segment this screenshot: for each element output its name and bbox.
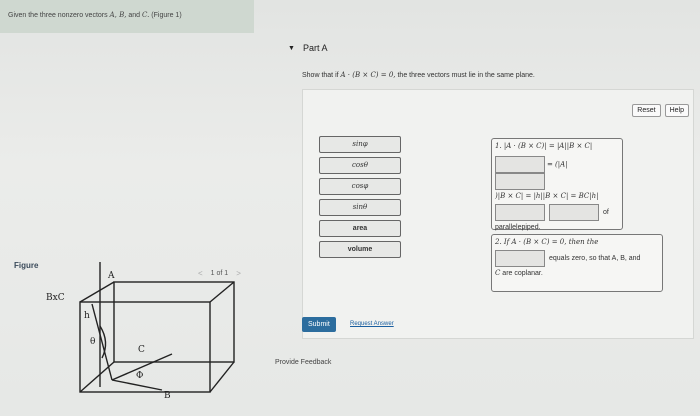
- submit-button[interactable]: Submit: [302, 317, 336, 332]
- prompt-math-vectors: A, B,: [109, 11, 127, 19]
- question-text: Show that if A · (B × C) = 0, the three …: [302, 71, 535, 79]
- question-after: the three vectors must lie in the same p…: [395, 72, 535, 79]
- label-a: A: [107, 271, 115, 281]
- question-panel: ▼ Part A Show that if A · (B × C) = 0, t…: [270, 33, 700, 416]
- drop-slot-4[interactable]: [549, 204, 599, 221]
- part-title: Part A: [302, 43, 328, 53]
- question-before: Show that if: [302, 72, 341, 79]
- question-math: A · (B × C) = 0,: [340, 71, 396, 79]
- reset-button[interactable]: Reset: [632, 104, 661, 117]
- collapse-triangle-icon[interactable]: ▼: [288, 45, 295, 52]
- proof2-line2: equals zero, so that A, B, and: [549, 255, 641, 262]
- drag-option-volume[interactable]: volume: [319, 241, 401, 258]
- drop-slot-3[interactable]: [495, 204, 545, 221]
- proof-step-2: 2. If A · (B × C) = 0, then the equals z…: [491, 234, 663, 292]
- prompt-text-and: and: [126, 12, 143, 19]
- vector-b-line: [111, 379, 163, 391]
- drop-slot-1[interactable]: [495, 156, 545, 173]
- drag-option-area[interactable]: area: [319, 220, 401, 237]
- label-bxc: BxC: [46, 293, 65, 303]
- proof1-parallelepiped: parallelepiped.: [495, 224, 541, 231]
- label-b: B: [164, 391, 171, 401]
- draggable-options-list: sinφ cosθ cosφ sinθ area volume: [319, 136, 401, 262]
- proof-step-1: 1. |A · (B × C)| = |A||B × C| = (|A| )|B…: [491, 138, 623, 231]
- proof2-line3: are coplanar.: [500, 270, 543, 277]
- drag-drop-answer-area: Reset Help sinφ cosθ cosφ sinθ area volu…: [302, 89, 694, 339]
- label-c: C: [138, 345, 145, 355]
- figure-label: Figure: [14, 261, 39, 270]
- box-back-face: [113, 281, 235, 363]
- prompt-text-after: (Figure 1): [149, 12, 182, 19]
- proof1-line2: = (|A|: [546, 160, 568, 169]
- prompt-text-before: Given the three nonzero vectors: [8, 12, 110, 19]
- proof1-of: of: [603, 209, 609, 216]
- drop-slot-5[interactable]: [495, 250, 545, 267]
- request-answer-link[interactable]: Request Answer: [350, 321, 394, 327]
- label-theta: θ: [90, 337, 95, 347]
- label-phi: Φ: [136, 371, 143, 381]
- proof1-line1: 1. |A · (B × C)| = |A||B × C|: [495, 142, 593, 150]
- drag-option-costheta[interactable]: cosθ: [319, 157, 401, 174]
- proof1-line3: )|B × C| = |h||B × C| = BC|h|: [495, 192, 599, 200]
- help-button[interactable]: Help: [664, 104, 689, 117]
- part-a-header[interactable]: ▼ Part A: [288, 43, 327, 53]
- problem-statement-bar: Given the three nonzero vectors A, B, an…: [0, 0, 254, 33]
- drag-option-cosphi[interactable]: cosφ: [319, 178, 401, 195]
- theta-arc: [99, 325, 107, 359]
- proof2-line1: 2. If A · (B × C) = 0, then the: [495, 238, 599, 246]
- provide-feedback-link[interactable]: Provide Feedback: [275, 359, 331, 366]
- answer-tools: Reset Help: [632, 104, 689, 117]
- label-h: h: [84, 311, 90, 321]
- drag-option-sinphi[interactable]: sinφ: [319, 136, 401, 153]
- vector-figure: BxC h θ A C Φ B: [46, 262, 235, 401]
- drag-option-sintheta[interactable]: sinθ: [319, 199, 401, 216]
- drop-slot-2[interactable]: [495, 173, 545, 190]
